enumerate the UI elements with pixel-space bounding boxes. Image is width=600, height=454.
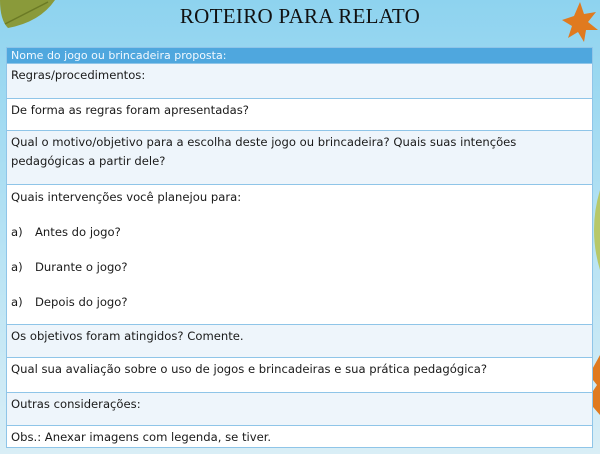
row-avaliacao: Qual sua avaliação sobre o uso de jogos … — [7, 357, 592, 394]
row-outras: Outras considerações: — [7, 393, 592, 426]
row-objetivos: Os objetivos foram atingidos? Comente. — [7, 324, 592, 358]
sub-item-depois: a) Depois do jogo? — [11, 293, 588, 312]
page-title: ROTEIRO PARA RELATO — [179, 4, 421, 28]
table-header-row: Nome do jogo ou brincadeira proposta: — [7, 48, 592, 64]
row-obs: Obs.: Anexar imagens com legenda, se tiv… — [7, 426, 592, 447]
row-regras: Regras/procedimentos: — [7, 63, 592, 99]
sub-item-letter: a) — [11, 294, 23, 309]
sub-item-antes: a) Antes do jogo? — [11, 223, 588, 242]
sub-item-text: Antes do jogo? — [35, 224, 121, 239]
row-forma: De forma as regras foram apresentadas? — [7, 98, 592, 132]
row-motivo: Qual o motivo/objetivo para a escolha de… — [7, 131, 592, 185]
row-intervencoes: Quais intervenções você planejou para: a… — [7, 184, 592, 325]
sub-item-letter: a) — [11, 224, 23, 239]
sub-item-durante: a) Durante o jogo? — [11, 258, 588, 277]
sub-item-letter: a) — [11, 259, 23, 274]
intervencoes-question: Quais intervenções você planejou para: — [11, 189, 242, 204]
sub-item-text: Durante o jogo? — [35, 259, 128, 274]
sub-item-text: Depois do jogo? — [35, 294, 128, 309]
report-table: Nome do jogo ou brincadeira proposta: Re… — [6, 47, 593, 448]
